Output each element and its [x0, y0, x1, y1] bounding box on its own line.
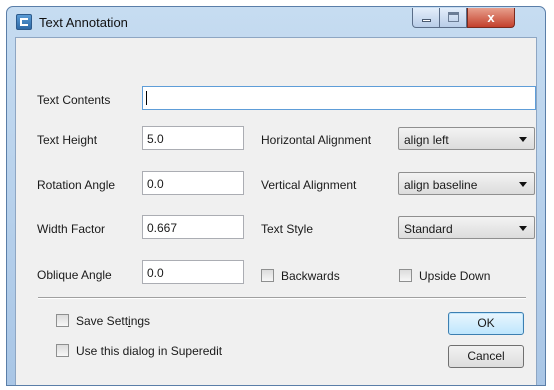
save-settings-label[interactable]: Save Settings	[76, 314, 150, 328]
text-style-value: Standard	[404, 222, 453, 236]
separator	[38, 297, 526, 299]
chevron-down-icon	[519, 137, 527, 142]
text-height-input[interactable]: 5.0	[142, 126, 244, 150]
save-settings-label-prefix: Save Sett	[76, 314, 129, 328]
title-bar[interactable]: Text Annotation x	[7, 7, 545, 37]
vertical-alignment-value: align baseline	[404, 178, 478, 192]
use-in-superedit-checkbox[interactable]	[56, 344, 69, 357]
maximize-button[interactable]	[440, 8, 467, 28]
close-icon: x	[487, 10, 495, 25]
use-in-superedit-label[interactable]: Use this dialog in Superedit	[76, 344, 222, 358]
dialog-body: Text Contents Text Height 5.0 Horizontal…	[15, 37, 537, 385]
window-title: Text Annotation	[39, 15, 128, 30]
text-height-value: 5.0	[147, 132, 164, 146]
ok-button[interactable]: OK	[448, 312, 524, 335]
width-factor-value: 0.667	[147, 221, 178, 235]
text-style-select[interactable]: Standard	[398, 216, 535, 239]
cancel-button[interactable]: Cancel	[448, 345, 524, 368]
dialog-window: Text Annotation x Text Contents Text Hei…	[6, 6, 546, 386]
horizontal-alignment-label: Horizontal Alignment	[261, 133, 372, 147]
text-caret	[146, 91, 147, 105]
vertical-alignment-label: Vertical Alignment	[261, 178, 357, 192]
text-contents-label: Text Contents	[37, 93, 111, 107]
minimize-icon	[422, 19, 431, 22]
upside-down-checkbox[interactable]	[399, 269, 412, 282]
rotation-angle-input[interactable]: 0.0	[142, 171, 244, 195]
upside-down-label[interactable]: Upside Down	[419, 269, 490, 283]
backwards-checkbox[interactable]	[261, 269, 274, 282]
rotation-angle-value: 0.0	[147, 177, 164, 191]
text-style-label: Text Style	[261, 222, 314, 236]
app-icon	[16, 14, 32, 30]
oblique-angle-input[interactable]: 0.0	[142, 260, 244, 284]
close-button[interactable]: x	[467, 8, 515, 28]
chevron-down-icon	[519, 182, 527, 187]
width-factor-label: Width Factor	[37, 222, 106, 236]
text-contents-input[interactable]	[142, 86, 536, 110]
width-factor-input[interactable]: 0.667	[142, 215, 244, 239]
minimize-button[interactable]	[412, 8, 440, 28]
backwards-label[interactable]: Backwards	[281, 269, 340, 283]
save-settings-checkbox[interactable]	[56, 314, 69, 327]
oblique-angle-value: 0.0	[147, 266, 164, 280]
horizontal-alignment-value: align left	[404, 133, 449, 147]
oblique-angle-label: Oblique Angle	[37, 268, 112, 282]
vertical-alignment-select[interactable]: align baseline	[398, 172, 535, 195]
text-height-label: Text Height	[37, 133, 98, 147]
maximize-icon	[448, 12, 459, 22]
save-settings-label-suffix: ngs	[130, 314, 151, 328]
rotation-angle-label: Rotation Angle	[37, 178, 116, 192]
chevron-down-icon	[519, 226, 527, 231]
horizontal-alignment-select[interactable]: align left	[398, 127, 535, 150]
